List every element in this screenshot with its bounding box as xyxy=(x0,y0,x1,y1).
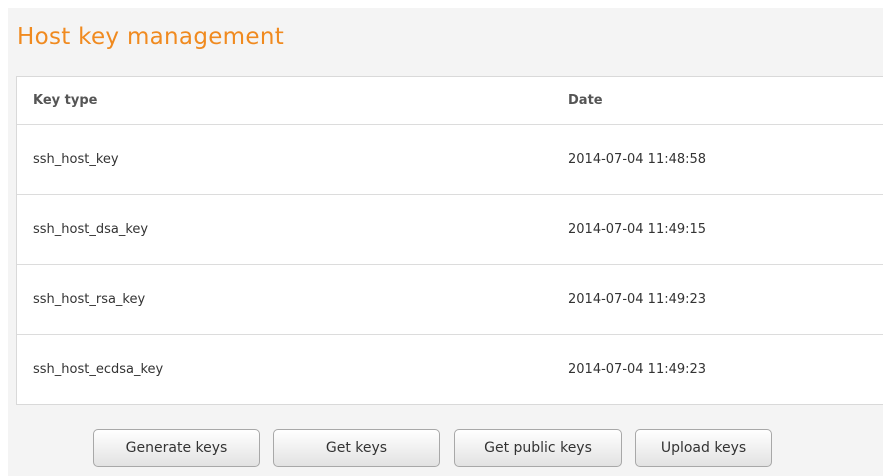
column-header-key-type: Key type xyxy=(33,93,98,108)
column-header-date: Date xyxy=(568,93,603,108)
get-keys-button[interactable]: Get keys xyxy=(273,429,440,467)
table-row[interactable]: ssh_host_ecdsa_key 2014-07-04 11:49:23 xyxy=(17,334,883,404)
table-header-row: Key type Date xyxy=(17,77,883,124)
get-public-keys-button[interactable]: Get public keys xyxy=(454,429,622,467)
key-type-cell: ssh_host_dsa_key xyxy=(33,222,149,237)
key-type-cell: ssh_host_key xyxy=(33,152,119,167)
date-cell: 2014-07-04 11:48:58 xyxy=(568,152,707,167)
page-title: Host key management xyxy=(17,24,285,50)
generate-keys-button[interactable]: Generate keys xyxy=(93,429,260,467)
key-type-cell: ssh_host_ecdsa_key xyxy=(33,362,164,377)
action-button-bar: Generate keys Get keys Get public keys U… xyxy=(8,429,883,469)
host-key-table: Key type Date ssh_host_key 2014-07-04 11… xyxy=(16,76,883,405)
table-row[interactable]: ssh_host_dsa_key 2014-07-04 11:49:15 xyxy=(17,194,883,264)
host-key-panel: Host key management Key type Date ssh_ho… xyxy=(8,8,883,476)
upload-keys-button[interactable]: Upload keys xyxy=(635,429,772,467)
table-row[interactable]: ssh_host_rsa_key 2014-07-04 11:49:23 xyxy=(17,264,883,334)
date-cell: 2014-07-04 11:49:15 xyxy=(568,222,707,237)
date-cell: 2014-07-04 11:49:23 xyxy=(568,362,707,377)
date-cell: 2014-07-04 11:49:23 xyxy=(568,292,707,307)
table-row[interactable]: ssh_host_key 2014-07-04 11:48:58 xyxy=(17,124,883,194)
key-type-cell: ssh_host_rsa_key xyxy=(33,292,146,307)
